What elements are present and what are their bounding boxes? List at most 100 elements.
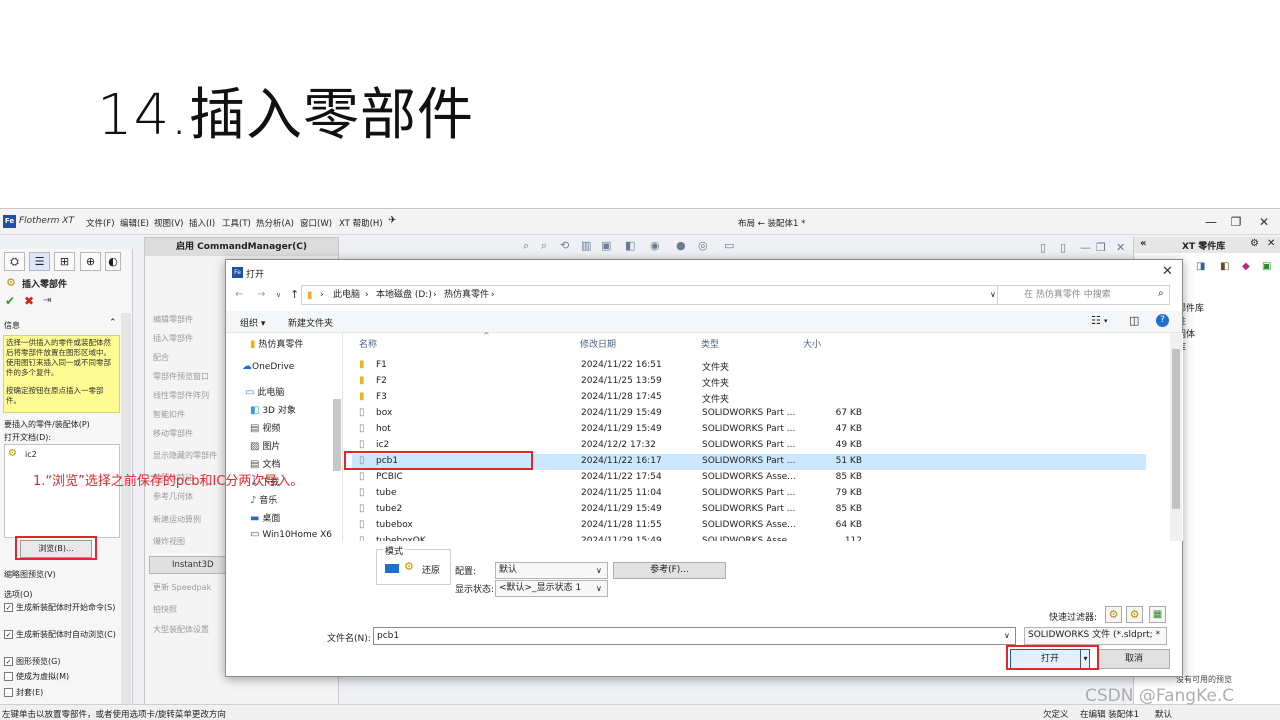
settings-icon[interactable]: ⚙: [1250, 238, 1259, 249]
dimxpert-tab-icon[interactable]: ⊕: [80, 252, 101, 271]
info-header[interactable]: 信息: [4, 320, 20, 331]
back-icon[interactable]: ←: [235, 289, 243, 300]
file-row[interactable]: ▯ tubebox 2024/11/28 11:55 SOLIDWORKS Asse.…: [352, 518, 1146, 534]
graphics-minimize-icon[interactable]: —: [1080, 241, 1091, 254]
graphics-restore-icon[interactable]: ❐: [1096, 241, 1106, 254]
left-panel-scrollbar[interactable]: [121, 313, 131, 713]
view-dropdown-icon[interactable]: ▾: [1104, 317, 1108, 325]
file-list-scrollbar[interactable]: [1170, 333, 1182, 541]
option-start-command[interactable]: ✓ 生成新装配体时开始命令(S): [4, 602, 116, 613]
nav-drive-c[interactable]: ▭ Win10Home X6: [250, 529, 332, 540]
display-tab-icon[interactable]: ◐: [105, 252, 121, 271]
recent-dropdown-icon[interactable]: ∨: [276, 291, 281, 299]
up-folder-icon[interactable]: ↑: [290, 288, 299, 301]
file-row[interactable]: ▮ F2 2024/11/25 13:59 文件夹: [352, 374, 1146, 390]
nav-videos[interactable]: ▤ 视频: [250, 421, 280, 434]
cmd-take-snapshot[interactable]: 拍快照: [153, 604, 177, 615]
cmd-large-assembly[interactable]: 大型装配体设置: [153, 624, 209, 635]
cmd-insert-component[interactable]: 插入零部件: [153, 333, 193, 344]
library-tool-4-icon[interactable]: ◧: [1220, 261, 1229, 272]
search-icon[interactable]: ⌕: [1158, 288, 1164, 299]
filter-assemblies-icon[interactable]: ⚙: [1126, 606, 1143, 623]
part-section-header[interactable]: 要插入的零件/装配体(P): [4, 419, 90, 430]
zoom-fit-icon[interactable]: ⌕: [523, 239, 529, 253]
preview-pane-icon[interactable]: ◫: [1129, 314, 1139, 327]
forward-icon[interactable]: →: [257, 289, 265, 300]
nav-music[interactable]: ♪ 音乐: [250, 493, 277, 506]
collapse-info-icon[interactable]: ⌃: [109, 318, 117, 328]
apply-scene-icon[interactable]: ◎: [698, 239, 708, 252]
breadcrumb-folder[interactable]: 热仿真零件: [444, 286, 489, 304]
options-section-header[interactable]: 选项(O): [4, 589, 33, 600]
cmd-mate[interactable]: 配合: [153, 352, 169, 363]
nav-this-pc[interactable]: ▭ 此电脑: [245, 385, 284, 398]
filter-parts-icon[interactable]: ⚙: [1105, 606, 1122, 623]
file-row[interactable]: ▮ F3 2024/11/28 17:45 文件夹: [352, 390, 1146, 406]
nav-documents[interactable]: ▤ 文档: [250, 457, 280, 470]
filename-input[interactable]: pcb1 ∨: [373, 627, 1016, 645]
nav-desktop[interactable]: ▬ 桌面: [250, 511, 280, 524]
display-state-select[interactable]: <默认>_显示状态 1 ∨: [495, 580, 608, 597]
configuration-tab-icon[interactable]: ⊞: [54, 252, 75, 271]
property-manager-tab-icon[interactable]: ☰: [29, 252, 50, 271]
file-list-scroll-thumb[interactable]: [1172, 349, 1180, 509]
filter-drawings-icon[interactable]: ▦: [1149, 606, 1166, 623]
nav-scrollbar[interactable]: [333, 399, 341, 471]
cmd-move-component[interactable]: 移动零部件: [153, 428, 193, 439]
file-row[interactable]: ▯ box 2024/11/29 15:49 SOLIDWORKS Part ... 6…: [352, 406, 1146, 422]
cmd-reference-geometry[interactable]: 参考几何体: [153, 491, 193, 502]
collapse-pane-icon[interactable]: «: [1140, 238, 1146, 249]
option-make-virtual[interactable]: 使成为虚拟(M): [4, 671, 69, 682]
cmd-exploded-view[interactable]: 爆炸视图: [153, 536, 185, 547]
pin-icon[interactable]: ✈: [388, 215, 396, 226]
option-envelope[interactable]: 封套(E): [4, 687, 43, 698]
menu-view[interactable]: 视图(V): [154, 217, 183, 229]
edit-appearance-icon[interactable]: ●: [676, 239, 686, 252]
open-documents-list[interactable]: ⚙ ic2: [4, 444, 120, 538]
filename-dropdown-icon[interactable]: ∨: [1004, 628, 1010, 644]
file-row[interactable]: ▯ tube 2024/11/25 11:04 SOLIDWORKS Part ...…: [352, 486, 1146, 502]
option-auto-browse[interactable]: ✓ 生成新装配体时自动浏览(C): [4, 629, 116, 640]
menu-help[interactable]: XT 帮助(H): [339, 217, 383, 229]
cmd-preview-window[interactable]: 零部件预览窗口: [153, 371, 209, 382]
dialog-close-icon[interactable]: ✕: [1162, 264, 1173, 279]
filetype-select[interactable]: SOLIDWORKS 文件 (*.sldprt; *: [1024, 627, 1167, 645]
hide-show-icon[interactable]: ◉: [650, 239, 660, 252]
menu-file[interactable]: 文件(F): [86, 217, 115, 229]
maximize-icon[interactable]: ❐: [1225, 213, 1247, 231]
menu-tools[interactable]: 工具(T): [222, 217, 251, 229]
option-graphics-preview[interactable]: ✓ 图形预览(G): [4, 656, 60, 667]
pushpin-icon[interactable]: ⇥: [43, 295, 51, 306]
search-input[interactable]: 在 热仿真零件 中搜索: [997, 285, 1170, 305]
section-view-icon[interactable]: ▥: [581, 239, 591, 252]
file-row[interactable]: ▯ PCBIC 2024/11/22 17:54 SOLIDWORKS Asse...…: [352, 470, 1146, 486]
cmd-linear-pattern[interactable]: 线性零部件阵列: [153, 390, 209, 401]
config-select[interactable]: 默认 ∨: [495, 562, 608, 579]
menu-window[interactable]: 窗口(W): [300, 217, 332, 229]
nav-3d-objects[interactable]: ◧ 3D 对象: [250, 403, 296, 416]
graphics-close-icon[interactable]: ✕: [1116, 241, 1125, 254]
organize-menu[interactable]: 组织 ▾: [240, 316, 265, 329]
library-tool-5-icon[interactable]: ◆: [1242, 261, 1250, 272]
cmd-update-speedpak[interactable]: 更新 Speedpak: [153, 582, 211, 593]
split-view-2-icon[interactable]: ▯: [1060, 241, 1066, 254]
file-row[interactable]: ▯ hot 2024/11/29 15:49 SOLIDWORKS Part ... 4…: [352, 422, 1146, 438]
menu-insert[interactable]: 插入(I): [189, 217, 215, 229]
nav-onedrive[interactable]: ☁OneDrive: [242, 361, 294, 372]
command-manager-header[interactable]: 启用 CommandManager(C): [145, 238, 338, 256]
pane-close-icon[interactable]: ✕: [1267, 238, 1275, 249]
zoom-area-icon[interactable]: ⌕: [541, 239, 547, 253]
feature-tree-tab-icon[interactable]: ⛭: [4, 252, 25, 271]
previous-view-icon[interactable]: ⟲: [560, 239, 569, 252]
restore-label[interactable]: 还原: [422, 563, 440, 576]
nav-pictures[interactable]: ▨ 图片: [250, 439, 280, 452]
menu-edit[interactable]: 编辑(E): [120, 217, 149, 229]
address-dropdown-icon[interactable]: ∨: [990, 286, 996, 304]
cmd-show-hidden[interactable]: 显示隐藏的零部件: [153, 450, 217, 461]
cancel-icon[interactable]: ✖: [24, 294, 34, 308]
split-view-icon[interactable]: ▯: [1040, 241, 1046, 254]
view-options-icon[interactable]: ☷: [1091, 314, 1101, 327]
file-row[interactable]: ▯ tubeboxOK 2024/11/29 15:49 SOLIDWORKS Ass…: [352, 534, 1146, 541]
view-settings-icon[interactable]: ▭: [724, 239, 734, 252]
cmd-edit-component[interactable]: 编辑零部件: [153, 314, 193, 325]
